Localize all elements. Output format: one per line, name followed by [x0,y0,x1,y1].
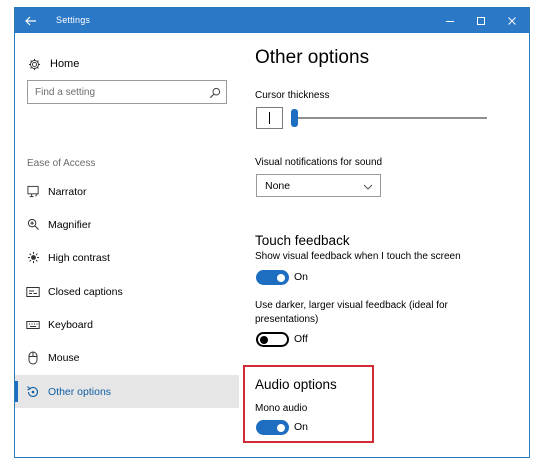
cursor-thickness-slider-thumb[interactable] [291,109,298,127]
page-title: Other options [255,47,370,68]
sidebar-item-magnifier[interactable]: Magnifier [15,208,239,241]
search-box[interactable] [27,80,227,104]
darker-feedback-toggle[interactable] [256,332,289,347]
dropdown-value: None [265,180,291,192]
back-arrow-icon [25,16,36,25]
magnifier-icon [26,218,40,232]
cursor-thickness-slider-track[interactable] [295,117,487,119]
closed-captions-icon [26,285,40,299]
close-button[interactable] [498,8,526,33]
sidebar: Home Ease of Access Narrator [15,33,239,457]
darker-feedback-label: Use darker, larger visual feedback (idea… [255,300,448,325]
toggle-knob [260,335,268,344]
chevron-down-icon [363,182,373,190]
window-title: Settings [56,15,91,25]
sidebar-item-home[interactable]: Home [27,55,79,73]
sidebar-item-mouse[interactable]: Mouse [15,341,239,374]
sidebar-item-label: Narrator [48,185,87,198]
sidebar-item-other-options[interactable]: Other options [15,375,239,408]
gear-icon [27,57,41,71]
maximize-button[interactable] [467,8,495,33]
minimize-icon [446,20,454,22]
mouse-icon [26,351,40,365]
sidebar-item-label: Magnifier [48,218,92,231]
keyboard-icon [26,318,40,332]
sidebar-item-keyboard[interactable]: Keyboard [15,308,239,341]
sidebar-item-narrator[interactable]: Narrator [15,175,239,208]
show-visual-feedback-label: Show visual feedback when I touch the sc… [255,251,461,262]
sidebar-item-label: High contrast [48,251,110,264]
high-contrast-icon [26,251,40,265]
cursor-thickness-preview [256,107,283,129]
home-label: Home [50,58,80,70]
sidebar-item-label: Keyboard [48,318,93,331]
darker-feedback-state: Off [294,333,308,345]
touch-feedback-heading: Touch feedback [255,233,350,248]
cursor-thickness-label: Cursor thickness [255,90,330,101]
minimize-button[interactable] [436,8,464,33]
sidebar-item-closed-captions[interactable]: Closed captions [15,275,239,308]
toggle-knob [277,273,285,282]
sidebar-item-label: Other options [48,385,112,398]
maximize-icon [477,16,485,25]
visual-notifications-label: Visual notifications for sound [255,157,383,168]
settings-window: Settings Home Find a setting Ease of Acc… [14,7,530,458]
visual-notifications-dropdown[interactable]: None [256,174,381,197]
show-visual-feedback-state: On [294,271,309,283]
audio-options-highlight [243,365,374,443]
sidebar-item-label: Mouse [48,351,80,364]
sidebar-item-high-contrast[interactable]: High contrast [15,241,239,274]
close-icon [508,16,516,25]
show-visual-feedback-toggle[interactable] [256,270,289,285]
search-input[interactable] [28,81,198,103]
narrator-icon [26,185,40,199]
other-options-icon [26,385,40,399]
search-icon[interactable] [209,86,221,99]
sidebar-item-label: Closed captions [48,285,123,298]
back-button[interactable] [15,8,47,33]
section-label: Ease of Access [27,158,96,169]
title-bar: Settings [15,8,529,33]
